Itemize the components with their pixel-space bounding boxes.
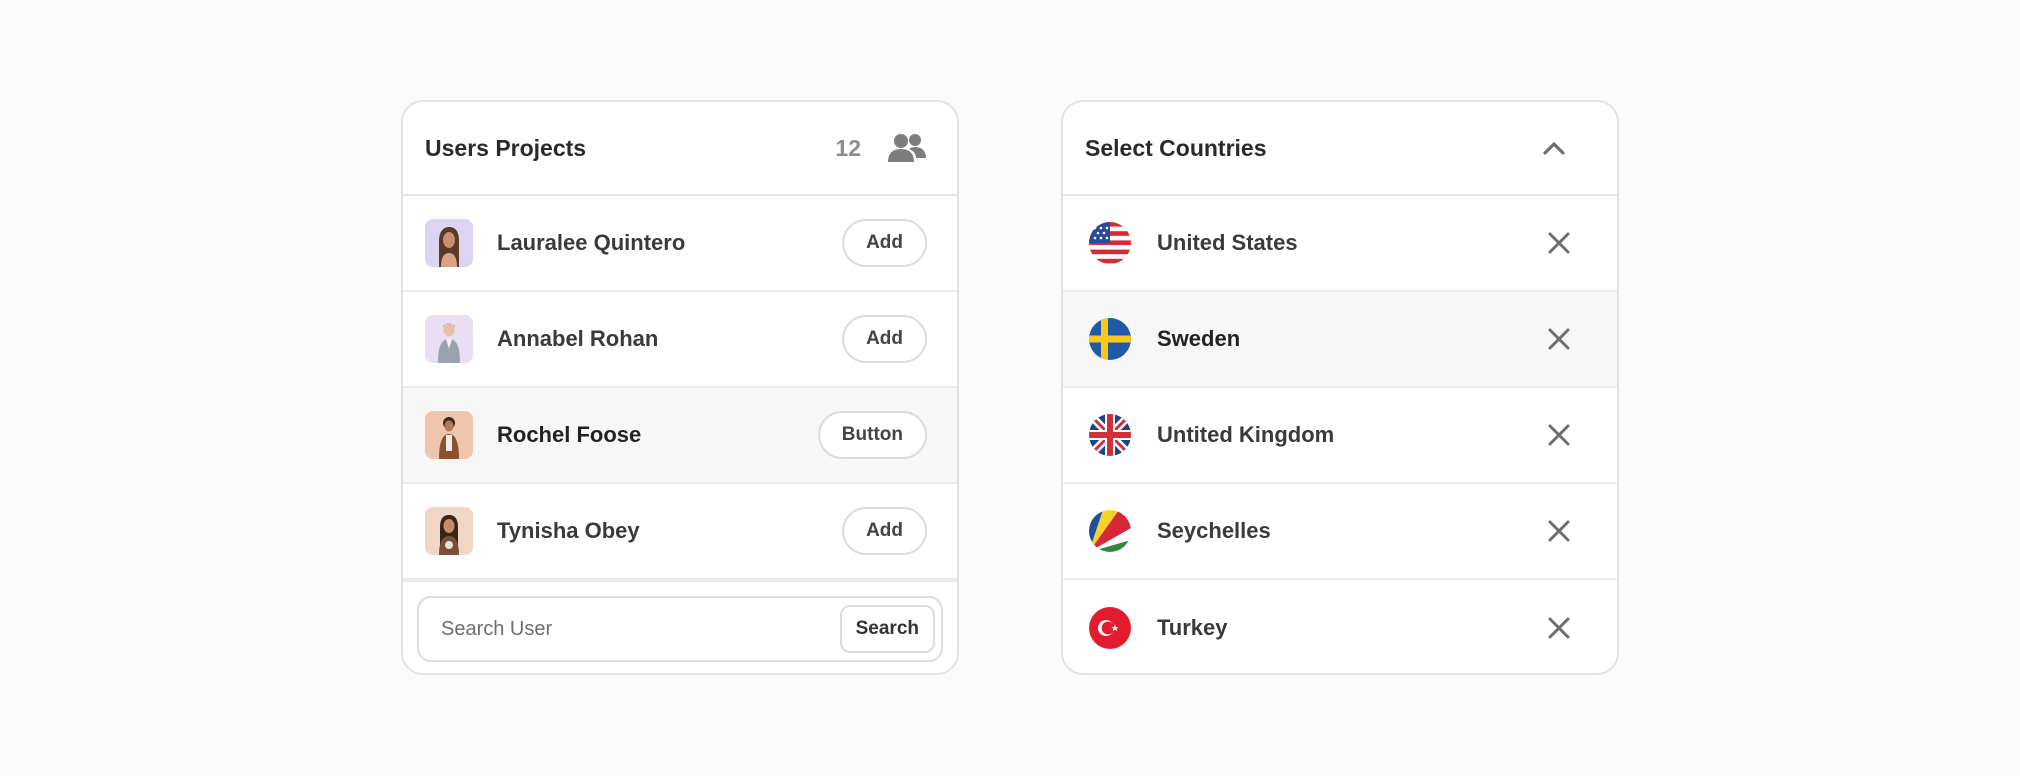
user-row[interactable]: Lauralee Quintero Add [403,196,957,292]
users-projects-card: Users Projects 12 Lauralee Quintero Add … [401,100,959,675]
users-card-header: Users Projects 12 [403,102,957,196]
uk-flag-icon [1089,414,1131,456]
search-box: Search [417,596,943,662]
close-icon[interactable] [1547,519,1571,543]
avatar [425,219,473,267]
country-row[interactable]: Untited Kingdom [1063,388,1617,484]
search-bar: Search [403,580,957,673]
countries-card-header[interactable]: Select Countries [1063,102,1617,196]
seychelles-flag-icon [1089,510,1131,552]
add-user-button[interactable]: Add [842,219,927,267]
close-icon[interactable] [1547,616,1571,640]
users-card-title: Users Projects [425,134,587,161]
users-count: 12 [835,134,861,161]
user-name: Annabel Rohan [497,326,659,351]
close-icon[interactable] [1547,327,1571,351]
country-row[interactable]: United States [1063,196,1617,292]
avatar [425,315,473,363]
user-row[interactable]: Tynisha Obey Add [403,484,957,580]
add-user-button[interactable]: Add [842,315,927,363]
people-icon[interactable] [887,132,927,164]
country-row[interactable]: Turkey [1063,580,1617,673]
close-icon[interactable] [1547,231,1571,255]
country-name: Untited Kingdom [1157,422,1335,447]
user-name: Tynisha Obey [497,518,640,543]
select-countries-card: Select Countries United States Sweden Un… [1061,100,1619,675]
user-row[interactable]: Annabel Rohan Add [403,292,957,388]
sweden-flag-icon [1089,318,1131,360]
country-name: Seychelles [1157,518,1271,543]
user-row[interactable]: Rochel Foose Button [403,388,957,484]
search-button[interactable]: Search [839,605,935,653]
search-input[interactable] [441,617,840,641]
chevron-up-icon[interactable] [1541,139,1567,157]
user-action-button[interactable]: Button [817,411,927,459]
country-name: Turkey [1157,615,1228,640]
user-name: Lauralee Quintero [497,230,686,255]
countries-card-title: Select Countries [1085,134,1267,161]
turkey-flag-icon [1089,607,1131,649]
country-name: Sweden [1157,326,1241,351]
avatar [425,411,473,459]
close-icon[interactable] [1547,423,1571,447]
add-user-button[interactable]: Add [842,507,927,555]
avatar [425,507,473,555]
country-row[interactable]: Seychelles [1063,484,1617,580]
user-name: Rochel Foose [497,422,642,447]
us-flag-icon [1089,222,1131,264]
country-row[interactable]: Sweden [1063,292,1617,388]
country-name: United States [1157,230,1298,255]
